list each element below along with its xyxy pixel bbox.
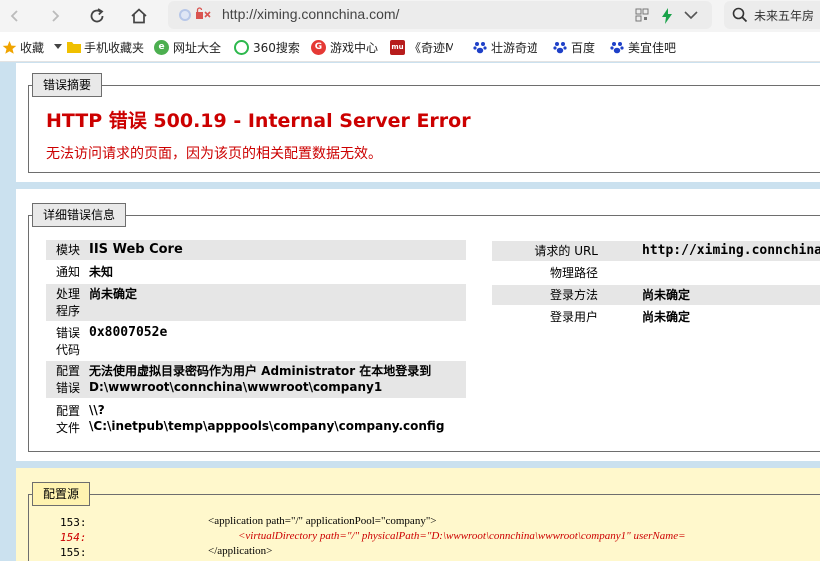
url-text[interactable]: http://ximing.connchina.com/ (222, 6, 399, 22)
refresh-button[interactable] (84, 3, 110, 29)
browser-toolbar: http://ximing.connchina.com/ 未来五年房 (0, 0, 820, 32)
search-box[interactable]: 未来五年房 (724, 1, 820, 29)
home-button[interactable] (126, 3, 152, 29)
back-button[interactable] (2, 3, 28, 29)
bookmark-game-center[interactable]: G 游戏中心 (311, 39, 378, 55)
detail-value: 无法使用虚拟目录密码作为用户 Administrator 在本地登录到 D:\w… (89, 364, 432, 394)
config-source-panel: 配置源 153: <application path="/" applicati… (16, 468, 820, 561)
detail-value: IIS Web Core (89, 242, 183, 257)
qr-code-icon[interactable] (635, 8, 649, 22)
detail-key: 配置 文件 (56, 404, 81, 435)
folder-icon (67, 42, 81, 53)
home-icon (131, 8, 147, 24)
bookmark-label: 壮游奇迹 (491, 40, 537, 55)
chevron-down-icon[interactable] (684, 10, 698, 20)
config-code-line-error: <virtualDirectory path="/" physicalPath=… (238, 530, 686, 542)
bookmark-label: 《奇迹M (409, 40, 453, 55)
line-number: 153: (60, 516, 87, 529)
bookmark-label: 游戏中心 (330, 40, 379, 55)
bookmark-baidu[interactable]: 百度 (553, 39, 595, 55)
bookmarks-bar: 收藏 手机收藏夹 e 网址大全 360搜索 G 游戏中心 mu 《奇迹M 壮游奇… (0, 32, 820, 62)
web-directory-icon: e (154, 39, 169, 55)
search-360-icon (234, 39, 249, 55)
paw-icon (473, 42, 487, 54)
line-number-error: 154: (60, 531, 87, 544)
bookmark-favorites[interactable]: 收藏 (2, 39, 63, 55)
detail-value: 未知 (89, 265, 114, 279)
insecure-connection-icon[interactable] (195, 7, 215, 23)
mu-game-icon: mu (390, 39, 405, 55)
detail-value: 尚未确定 (89, 287, 138, 301)
detail-value: 0x8007052e (89, 325, 168, 340)
bookmark-meiyijia[interactable]: 美宜佳吧 (610, 39, 676, 55)
lightning-icon[interactable] (661, 8, 673, 24)
detail-key: 模块 (56, 243, 81, 257)
detail-value: \\? \C:\inetpub\temp\apppools\company\co… (89, 403, 445, 433)
detail-value: http://ximing.connchina.com:80/ (642, 243, 820, 258)
config-source-box (28, 494, 820, 561)
chevron-right-icon (52, 10, 60, 22)
error-summary-panel: 错误摘要 HTTP 错误 500.19 - Internal Server Er… (16, 63, 820, 182)
bookmark-label: 网址大全 (173, 40, 222, 55)
bookmark-label: 收藏 (20, 40, 45, 55)
error-title: HTTP 错误 500.19 - Internal Server Error (46, 110, 471, 132)
detail-key: 登录方法 (549, 288, 598, 302)
detail-row-config-file: 配置 文件 \\? \C:\inetpub\temp\apppools\comp… (46, 401, 466, 438)
search-icon (732, 7, 748, 23)
detail-row-logon-method: 登录方法 尚未确定 (492, 285, 820, 305)
bookmark-mu-game[interactable]: mu 《奇迹M (390, 39, 453, 55)
line-number: 155: (60, 546, 87, 559)
bookmark-web-directory[interactable]: e 网址大全 (154, 39, 221, 55)
refresh-icon (90, 8, 104, 23)
site-info-icon[interactable] (179, 9, 191, 21)
detail-key: 请求的 URL (534, 244, 598, 258)
detail-key: 错误 代码 (56, 326, 81, 357)
error-subtitle: 无法访问请求的页面，因为该页的相关配置数据无效。 (46, 146, 382, 162)
game-center-icon: G (311, 39, 326, 55)
detail-value: 尚未确定 (642, 288, 691, 302)
address-bar[interactable]: http://ximing.connchina.com/ (168, 1, 712, 29)
detail-key: 通知 (56, 265, 81, 279)
bookmark-label: 美宜佳吧 (628, 40, 676, 55)
detail-row-notification: 通知 未知 (46, 262, 466, 282)
bookmark-mobile-folder[interactable]: 手机收藏夹 (67, 39, 144, 55)
bookmark-label: 360搜索 (253, 40, 300, 55)
bookmark-label: 手机收藏夹 (84, 40, 145, 55)
detail-row-handler: 处理 程序 尚未确定 (46, 284, 466, 321)
detail-row-module: 模块 IIS Web Core (46, 240, 466, 260)
bookmark-zhuangyou[interactable]: 壮游奇迹 (473, 39, 537, 55)
star-icon (2, 40, 17, 54)
baidu-paw-icon (553, 42, 567, 54)
detail-row-logon-user: 登录用户 尚未确定 (492, 307, 820, 327)
config-code-line: </application> (208, 545, 273, 557)
detail-key: 物理路径 (549, 266, 598, 280)
detail-row-error-code: 错误 代码 0x8007052e (46, 323, 466, 360)
detail-row-config-error: 配置 错误 无法使用虚拟目录密码作为用户 Administrator 在本地登录… (46, 361, 466, 398)
paw-icon (610, 42, 624, 54)
config-code-line: <application path="/" applicationPool="c… (208, 515, 437, 527)
bookmark-360-search[interactable]: 360搜索 (234, 39, 300, 55)
config-source-legend: 配置源 (32, 482, 91, 506)
detail-key: 登录用户 (549, 310, 598, 324)
forward-button[interactable] (42, 3, 68, 29)
bookmark-label: 百度 (571, 40, 596, 55)
error-summary-legend: 错误摘要 (32, 73, 103, 97)
detail-row-physical-path: 物理路径 (492, 263, 820, 283)
error-details-legend: 详细错误信息 (32, 203, 127, 227)
detail-key: 处理 程序 (56, 287, 81, 318)
search-input[interactable]: 未来五年房 (754, 7, 814, 24)
caret-down-icon (54, 44, 63, 49)
chevron-left-icon (10, 10, 18, 22)
detail-key: 配置 错误 (56, 364, 81, 395)
error-page: 错误摘要 HTTP 错误 500.19 - Internal Server Er… (0, 63, 820, 561)
error-details-panel: 详细错误信息 模块 IIS Web Core 通知 未知 处理 程序 尚未确定 … (16, 189, 820, 461)
detail-value: 尚未确定 (642, 310, 691, 324)
detail-row-request-url: 请求的 URL http://ximing.connchina.com:80/ (492, 241, 820, 261)
